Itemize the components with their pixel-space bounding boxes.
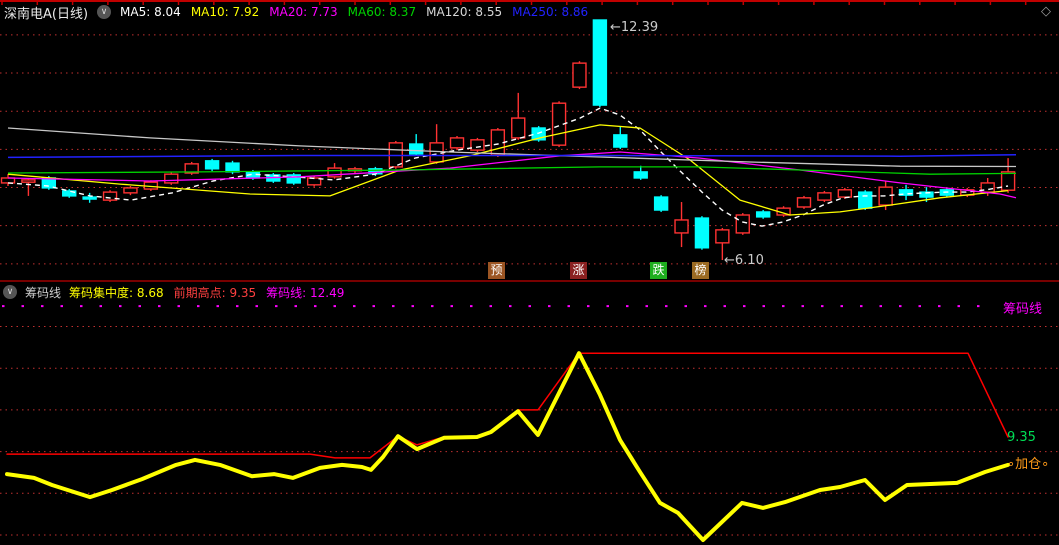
stock-app-window: { "header": { "title": "深南电A(日线)", "coll…	[0, 0, 1059, 545]
ma-value-label: MA120: 8.55	[426, 5, 503, 19]
candle-body[interactable]	[613, 134, 628, 148]
indicator-header: ∨ 筹码线 筹码集中度: 8.68 前期高点: 9.35 筹码线: 12.49	[3, 284, 344, 300]
candle-body[interactable]	[511, 117, 526, 139]
candle-body[interactable]	[490, 129, 506, 156]
candle-body[interactable]	[1000, 171, 1016, 191]
candle-body[interactable]	[858, 191, 873, 209]
low-price-annotation: ←6.10	[724, 253, 764, 268]
overlay-chip-榜[interactable]: 榜	[692, 262, 709, 279]
chip-line-label: 筹码线	[1003, 301, 1042, 317]
candle-body[interactable]	[674, 219, 689, 234]
ma-value-label: MA10: 7.92	[190, 5, 260, 19]
candle-body[interactable]	[755, 211, 771, 218]
high-price-annotation: ←12.39	[610, 20, 658, 35]
indicator-name[interactable]: 筹码线	[25, 284, 61, 301]
level-label: 9.35	[1007, 430, 1036, 445]
indicator-value-label: 筹码集中度: 8.68	[69, 285, 164, 300]
ma-values: MA5: 8.04 MA10: 7.92 MA20: 7.73 MA60: 8.37 M…	[120, 5, 588, 19]
candle-body[interactable]	[735, 214, 750, 234]
candle-body[interactable]	[409, 143, 424, 155]
title-bar: 深南电A(日线) ∨ MA5: 8.04 MA10: 7.92 MA20: 7.73…	[4, 3, 588, 22]
ma-value-label: MA5: 8.04	[120, 5, 181, 19]
indicator-value-label: 前期高点: 9.35	[173, 285, 257, 300]
ma-value-label: MA20: 7.73	[269, 5, 338, 19]
candle-body[interactable]	[204, 160, 220, 170]
candle-body[interactable]	[796, 197, 812, 208]
chart-canvas[interactable]: ←12.39 ←6.10 9.35 ∘加仓∘ 筹码线	[0, 0, 1059, 545]
ma-line-ma5	[7, 107, 1009, 227]
ma-value-label: MA250: 8.86	[512, 5, 589, 19]
candle-body[interactable]	[123, 187, 138, 194]
indicator-values: 筹码集中度: 8.68 前期高点: 9.35 筹码线: 12.49	[69, 284, 344, 301]
chevron-down-icon[interactable]: ∨	[97, 5, 112, 19]
stock-title: 深南电A(日线)	[4, 6, 89, 22]
overlay-chip-预[interactable]: 预	[488, 262, 505, 279]
candle-body[interactable]	[817, 192, 832, 201]
overlay-chip-跌[interactable]: 跌	[650, 262, 667, 279]
overlay-chip-涨[interactable]: 涨	[570, 262, 587, 279]
candle-body[interactable]	[164, 173, 179, 184]
chevron-down-icon[interactable]: ∨	[3, 285, 17, 299]
candle-body[interactable]	[653, 196, 669, 211]
ma-line-ma250	[7, 153, 1017, 159]
candle-body[interactable]	[470, 139, 485, 151]
candle-body[interactable]	[715, 229, 730, 244]
buy-signal-label: ∘加仓∘	[1007, 457, 1049, 472]
diamond-icon[interactable]: ◇	[1041, 4, 1051, 19]
candle-body[interactable]	[572, 62, 587, 88]
candle-body[interactable]	[21, 179, 36, 183]
ma-line-ma60	[7, 166, 1017, 175]
ma-value-label: MA60: 8.37	[347, 5, 417, 19]
indicator-line-concentration	[5, 351, 1010, 542]
indicator-value-label: 筹码线: 12.49	[266, 285, 345, 300]
candle-body[interactable]	[633, 171, 648, 179]
candle-body[interactable]	[837, 189, 853, 198]
candle-body[interactable]	[82, 196, 97, 200]
candle-body[interactable]	[449, 137, 465, 149]
candle-body[interactable]	[225, 162, 240, 173]
indicator-line-prev-high	[6, 352, 1009, 459]
candle-body[interactable]	[592, 19, 608, 106]
candle-body[interactable]	[694, 217, 710, 249]
